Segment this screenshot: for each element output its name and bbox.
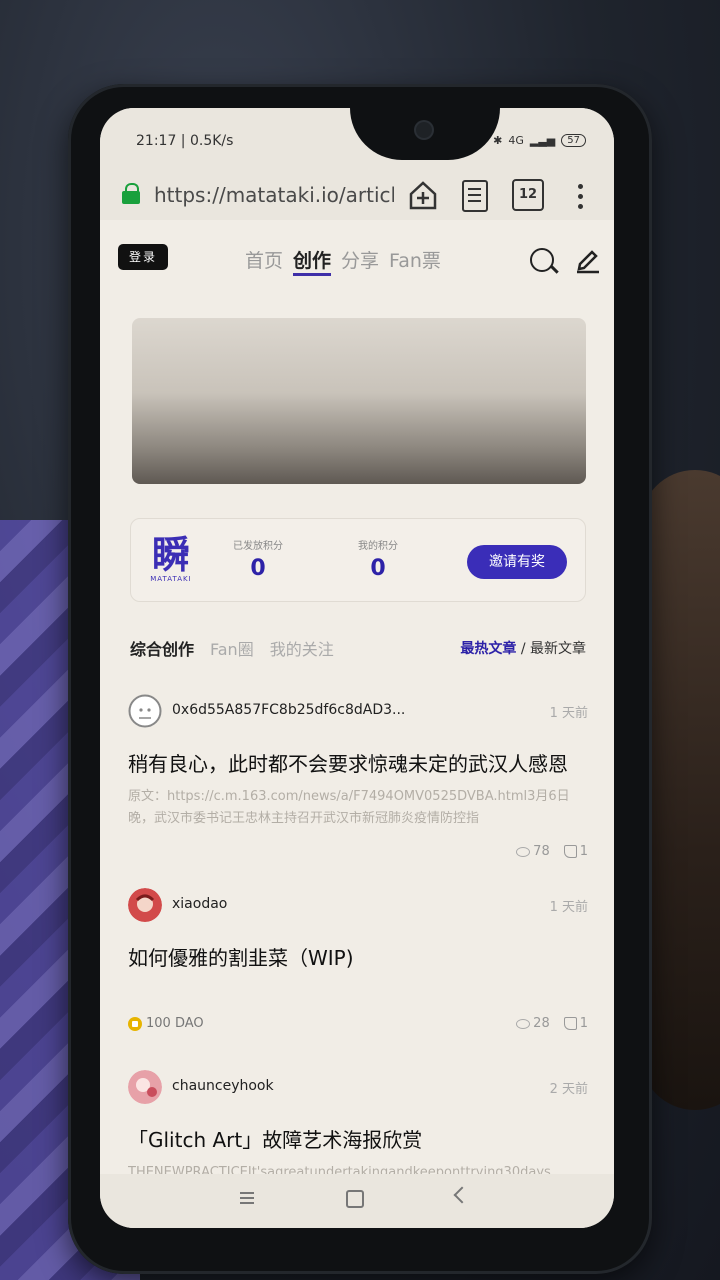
phone-screen: 21:17 | 0.5K/s ✱ 4G ▂▃▅ 57 https://matat…	[100, 108, 614, 1228]
feed-tab-fan-circle[interactable]: Fan圈	[210, 636, 254, 660]
signal-icon: 4G	[508, 134, 524, 147]
points-card: 瞬 MATATAKI 已发放积分 0 我的积分 0 邀请有奖	[130, 518, 586, 602]
list-item[interactable]: chaunceyhook 2 天前 「Glitch Art」故障艺术海报欣赏 T…	[128, 1070, 588, 1180]
menu-icon[interactable]	[240, 1192, 254, 1194]
bluetooth-icon: ✱	[493, 134, 503, 147]
avatar[interactable]	[128, 1070, 162, 1104]
search-icon[interactable]	[530, 248, 554, 272]
issued-points: 已发放积分 0	[213, 537, 303, 581]
tab-share[interactable]: 分享	[341, 246, 379, 276]
sort-new[interactable]: 最新文章	[530, 641, 586, 657]
url-text[interactable]: https://matataki.io/article	[154, 183, 394, 207]
system-nav-bar	[100, 1174, 614, 1228]
views-count: 78	[516, 844, 550, 859]
post-title[interactable]: 如何優雅的割韭菜（WIP)	[128, 942, 354, 971]
back-icon[interactable]	[453, 1186, 471, 1204]
issued-points-label: 已发放积分	[233, 541, 283, 552]
status-icons: ✱ 4G ▂▃▅ 57	[493, 134, 586, 147]
hero-banner[interactable]	[132, 318, 586, 484]
list-item[interactable]: 0x6d55A857FC8b25df6c8dAD3... 1 天前 稍有良心，此…	[128, 694, 588, 864]
token-requirement: 100 DAO	[128, 1016, 204, 1031]
browser-url-bar[interactable]: https://matataki.io/article 12	[100, 172, 614, 220]
like-icon[interactable]	[563, 845, 577, 858]
matataki-logo: 瞬 MATATAKI	[150, 533, 192, 583]
battery-icon: 57	[561, 134, 586, 147]
likes-count: 1	[563, 1016, 588, 1031]
post-title[interactable]: 「Glitch Art」故障艺术海报欣赏	[128, 1124, 422, 1153]
eye-icon	[516, 1018, 531, 1029]
post-author[interactable]: 0x6d55A857FC8b25df6c8dAD3...	[172, 702, 405, 718]
nav-tabs: 首页 创作 分享 Fan票	[245, 246, 451, 276]
lock-icon	[128, 1016, 142, 1031]
status-time: 21:17 | 0.5K/s	[136, 133, 234, 149]
post-time: 1 天前	[549, 706, 588, 721]
post-time: 2 天前	[549, 1082, 588, 1097]
home-icon[interactable]	[406, 178, 440, 212]
tab-home[interactable]: 首页	[245, 246, 283, 276]
feed-tabs: 综合创作 Fan圈 我的关注 最热文章 / 最新文章	[130, 636, 586, 666]
views-count: 28	[516, 1016, 550, 1031]
lock-icon	[122, 183, 140, 204]
signal-bars-icon: ▂▃▅	[529, 134, 556, 147]
tab-fan-ticket[interactable]: Fan票	[389, 246, 441, 276]
my-points: 我的积分 0	[333, 537, 423, 581]
edit-icon[interactable]	[574, 246, 602, 274]
list-item[interactable]: xiaodao 1 天前 如何優雅的割韭菜（WIP) 100 DAO 28 1	[128, 888, 588, 1038]
login-button[interactable]: 登录	[118, 244, 168, 270]
tab-create[interactable]: 创作	[293, 246, 332, 276]
my-points-label: 我的积分	[358, 541, 398, 552]
likes-count: 1	[563, 844, 588, 859]
invite-button[interactable]: 邀请有奖	[467, 545, 567, 579]
post-excerpt: 原文：https://c.m.163.com/news/a/F7494OMV05…	[128, 789, 570, 826]
eye-icon	[516, 846, 531, 857]
avatar[interactable]	[128, 694, 162, 728]
my-points-value: 0	[370, 556, 386, 581]
post-stats: 28 1	[516, 1016, 588, 1031]
post-stats: 78 1	[516, 844, 588, 859]
feed-tab-all[interactable]: 综合创作	[130, 636, 194, 660]
reader-icon[interactable]	[462, 180, 488, 212]
issued-points-value: 0	[250, 556, 266, 581]
sort-hot[interactable]: 最热文章	[460, 641, 516, 657]
like-icon[interactable]	[563, 1017, 577, 1030]
site-nav: 登录 首页 创作 分享 Fan票	[100, 220, 614, 290]
sort-separator: /	[520, 641, 526, 657]
post-time: 1 天前	[549, 900, 588, 915]
post-author[interactable]: xiaodao	[172, 896, 227, 912]
post-author[interactable]: chaunceyhook	[172, 1078, 274, 1094]
avatar[interactable]	[128, 888, 162, 922]
feed-tab-following[interactable]: 我的关注	[270, 636, 334, 660]
home-button-icon[interactable]	[346, 1190, 364, 1208]
tabs-count-button[interactable]: 12	[512, 179, 544, 211]
background-hand	[640, 470, 720, 1110]
more-menu-icon[interactable]	[578, 184, 584, 212]
post-title[interactable]: 稍有良心，此时都不会要求惊魂未定的武汉人感恩	[128, 748, 568, 777]
